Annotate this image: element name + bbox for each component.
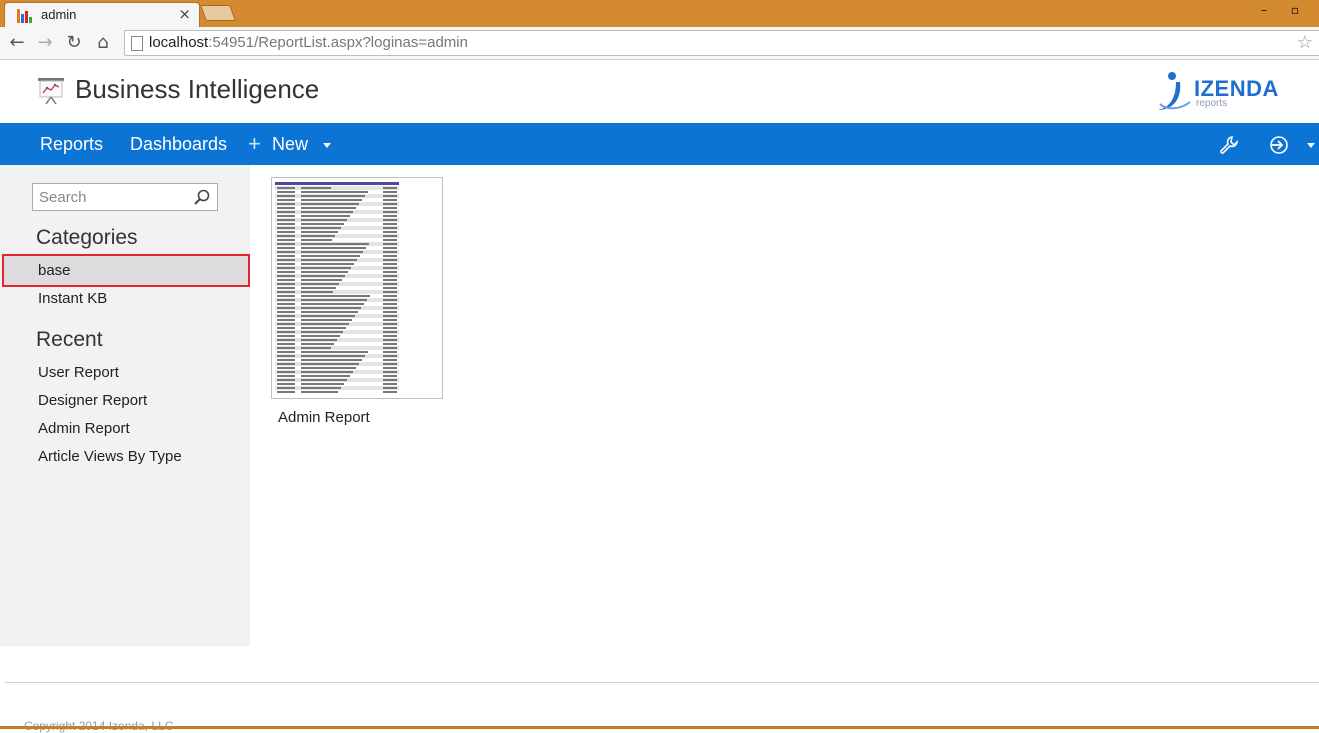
chart-favicon-icon [17, 9, 33, 23]
nav-dashboards[interactable]: Dashboards [130, 134, 227, 155]
app-title: Business Intelligence [75, 74, 320, 104]
nav-new[interactable]: New [272, 134, 308, 155]
search-box [32, 183, 218, 211]
back-arrow-icon[interactable]: ← [6, 32, 28, 54]
tab-title: admin [41, 7, 77, 22]
izenda-swoosh-icon [1158, 72, 1191, 110]
address-bar[interactable]: localhost:54951/ReportList.aspx?loginas=… [124, 30, 1319, 56]
categories-heading: Categories [36, 226, 138, 249]
presentation-board-icon [38, 78, 64, 105]
browser-tabstrip: admin × – ▫ [0, 0, 1319, 27]
sidebar: Categories base Instant KB Recent User R… [0, 165, 250, 646]
footer-divider [5, 682, 1319, 683]
recent-item-article-views-by-type[interactable]: Article Views By Type [38, 448, 182, 465]
forward-arrow-icon[interactable]: → [34, 32, 56, 54]
new-tab-button[interactable] [200, 5, 236, 21]
report-name[interactable]: Admin Report [278, 409, 370, 426]
sign-in-icon[interactable] [1268, 134, 1290, 156]
recent-item-user-report[interactable]: User Report [38, 364, 119, 381]
url-text[interactable]: localhost:54951/ReportList.aspx?loginas=… [149, 34, 468, 51]
plus-icon[interactable]: + [248, 131, 261, 157]
thumbnail-row [275, 390, 399, 394]
tab-close-icon[interactable]: × [178, 5, 191, 23]
url-path: :54951/ReportList.aspx?loginas=admin [208, 34, 468, 51]
user-dropdown-chevron-down-icon[interactable] [1307, 143, 1315, 148]
thumbnail-header-bar [275, 182, 399, 185]
wrench-icon[interactable] [1218, 134, 1240, 156]
recent-item-designer-report[interactable]: Designer Report [38, 392, 147, 409]
nav-reports[interactable]: Reports [40, 134, 103, 155]
url-host: localhost [149, 34, 209, 51]
browser-tab[interactable]: admin × [4, 2, 200, 27]
category-item-base[interactable]: base [2, 254, 250, 287]
brand-subtitle: reports [1196, 98, 1228, 109]
browser-toolbar: ← → ↻ ⌂ localhost:54951/ReportList.aspx?… [0, 27, 1319, 60]
home-icon[interactable]: ⌂ [92, 32, 114, 54]
bookmark-star-icon[interactable]: ☆ [1297, 32, 1313, 53]
app-header: Business Intelligence IZENDA reports [0, 60, 1319, 123]
new-dropdown-chevron-down-icon[interactable] [323, 143, 331, 148]
search-icon[interactable] [193, 188, 211, 206]
reload-icon[interactable]: ↻ [63, 32, 85, 54]
report-card-admin-report[interactable] [271, 177, 443, 399]
category-label: base [38, 262, 71, 279]
report-thumbnail [274, 180, 440, 396]
main-navbar: Reports Dashboards + New [0, 123, 1319, 165]
window-controls[interactable]: – ▫ [1261, 3, 1309, 17]
search-input[interactable] [33, 184, 188, 210]
recent-item-admin-report[interactable]: Admin Report [38, 420, 130, 437]
category-item-instant-kb[interactable]: Instant KB [38, 290, 107, 307]
page-icon [131, 36, 143, 51]
recent-heading: Recent [36, 328, 103, 351]
izenda-logo: IZENDA reports [1156, 70, 1316, 114]
